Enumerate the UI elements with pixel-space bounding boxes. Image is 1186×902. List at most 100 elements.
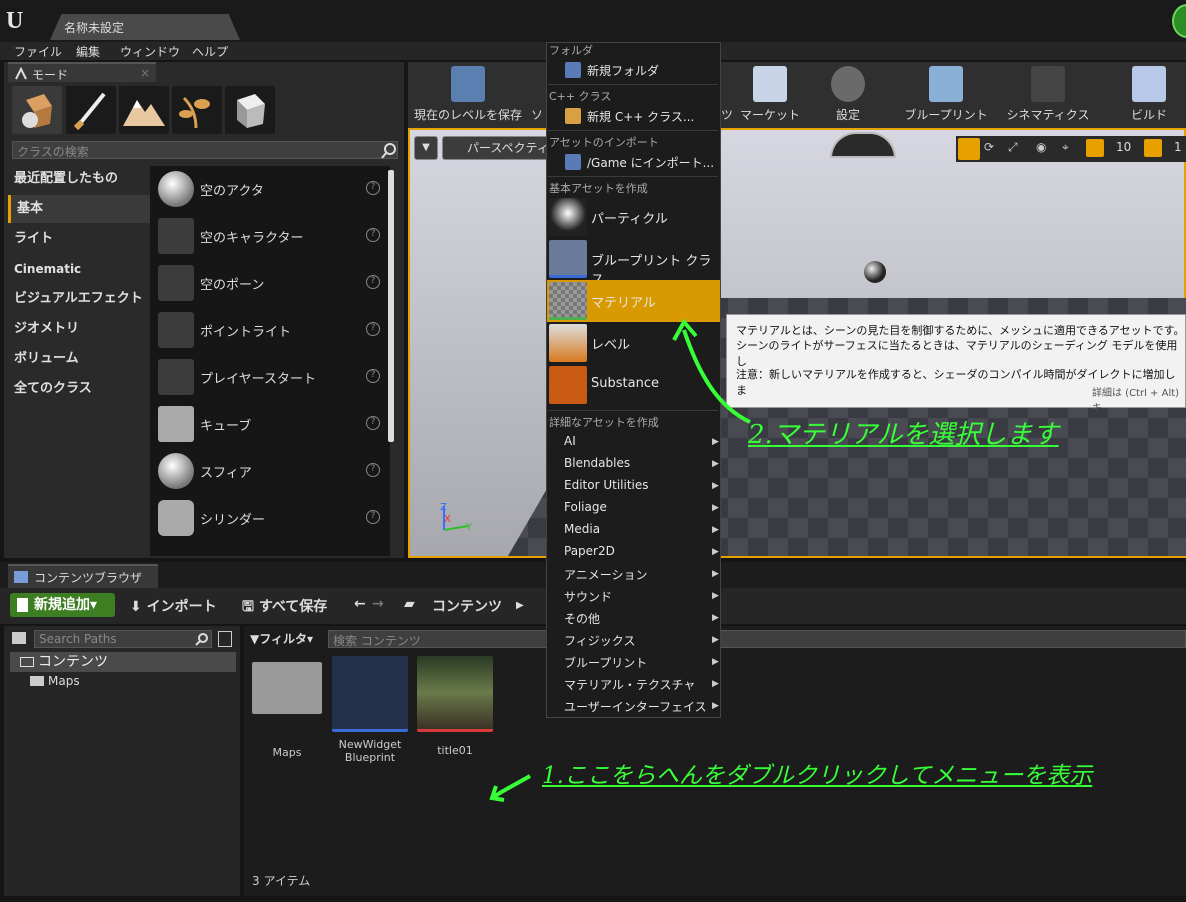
scale-icon[interactable]: ⤢ — [1008, 140, 1018, 155]
menu-particle[interactable]: パーティクル — [547, 196, 720, 238]
content-browser-tab[interactable]: コンテンツブラウザ — [8, 564, 158, 588]
help-icon[interactable]: ? — [366, 322, 380, 336]
menu-animation[interactable]: アニメーション — [564, 566, 648, 583]
save-all-button[interactable]: 🖫 すべて保存 — [242, 596, 327, 620]
place-mode-button[interactable] — [12, 86, 62, 134]
view-options-icon[interactable] — [218, 631, 232, 647]
search-paths-placeholder: Search Paths — [39, 632, 117, 646]
menu-blueprint-class[interactable]: ブループリント クラス — [547, 238, 720, 288]
menu-media[interactable]: Media — [564, 522, 600, 536]
grid-snap-value[interactable]: 10 — [1116, 140, 1131, 154]
perspective-button[interactable]: パースペクティ — [442, 136, 552, 160]
world-icon[interactable]: ◉ — [1036, 140, 1046, 154]
source-button[interactable]: ソ — [528, 66, 546, 126]
add-new-button[interactable]: 新規追加▾ — [10, 593, 115, 617]
menu-blueprints[interactable]: ブループリント — [564, 654, 647, 671]
menu-sound[interactable]: サウンド — [564, 588, 612, 605]
category-visual-effects[interactable]: ビジュアルエフェクト — [8, 285, 150, 313]
content-button[interactable]: ツ — [720, 66, 734, 126]
blueprints-button[interactable]: ブループリント — [904, 66, 988, 126]
settings-button[interactable]: 設定 — [826, 66, 870, 126]
submenu-arrow-icon: ▶ — [712, 701, 719, 711]
filter-button[interactable]: ▼フィルタ▾ — [250, 630, 313, 647]
close-icon[interactable]: × — [140, 66, 150, 80]
tree-root-content[interactable]: コンテンツ — [10, 652, 236, 672]
menu-materials-textures[interactable]: マテリアル・テクスチャ — [564, 676, 695, 693]
asset-maps-folder[interactable]: Maps — [248, 656, 326, 759]
path-chevron-icon[interactable]: ▶ — [516, 600, 524, 611]
geometry-mode-button[interactable] — [225, 86, 275, 134]
rotation-snap-value[interactable]: 1 — [1174, 140, 1182, 154]
menu-new-folder[interactable]: 新規フォルダ — [587, 62, 659, 79]
category-all-classes[interactable]: 全てのクラス — [8, 375, 150, 403]
rotate-icon[interactable]: ⟳ — [984, 140, 994, 154]
category-recent[interactable]: 最近配置したもの — [8, 165, 150, 193]
path-breadcrumb-root[interactable]: コンテンツ — [432, 596, 502, 616]
level-tab[interactable]: 名称未設定 — [50, 14, 240, 40]
menu-window[interactable]: ウィンドウ — [120, 43, 180, 60]
landscape-mode-button[interactable] — [119, 86, 169, 134]
save-level-button[interactable]: 現在のレベルを保存 — [414, 66, 522, 126]
class-item-sphere[interactable]: スフィア? — [150, 448, 390, 495]
import-button[interactable]: ⬇ インポート — [130, 596, 217, 616]
class-search-input[interactable]: クラスの検索 — [12, 141, 398, 159]
menu-blendables[interactable]: Blendables — [564, 456, 630, 470]
paint-mode-button[interactable] — [66, 86, 116, 134]
help-icon[interactable]: ? — [366, 510, 380, 524]
class-item-cylinder[interactable]: シリンダー? — [150, 495, 390, 542]
category-cinematic[interactable]: Cinematic — [8, 255, 150, 283]
class-list-scrollbar[interactable] — [388, 170, 394, 442]
grid-snap-icon[interactable] — [1086, 139, 1104, 157]
help-icon[interactable]: ? — [366, 369, 380, 383]
menu-user-interface[interactable]: ユーザーインターフェイス — [564, 698, 707, 715]
back-arrow-icon[interactable]: ← — [354, 596, 366, 612]
rotation-snap-icon[interactable] — [1144, 139, 1162, 157]
marketplace-button[interactable]: マーケット — [740, 66, 800, 126]
unreal-logo-icon[interactable]: U — [6, 6, 36, 36]
menu-physics[interactable]: フィジックス — [564, 632, 635, 649]
menu-misc[interactable]: その他 — [564, 610, 600, 627]
tree-item-maps[interactable]: Maps — [30, 674, 80, 688]
asset-search-input[interactable]: 検索 コンテンツ — [328, 630, 1186, 648]
sphere-reflection-actor[interactable] — [864, 261, 886, 283]
help-icon[interactable]: ? — [366, 228, 380, 242]
search-paths-input[interactable]: Search Paths — [34, 630, 212, 648]
help-icon[interactable]: ? — [366, 463, 380, 477]
menu-editor-utilities[interactable]: Editor Utilities — [564, 478, 649, 492]
class-item-empty-character[interactable]: 空のキャラクター? — [150, 213, 390, 260]
class-item-player-start[interactable]: プレイヤースタート? — [150, 354, 390, 401]
menu-new-cpp-class[interactable]: 新規 C++ クラス... — [587, 108, 694, 125]
class-item-empty-pawn[interactable]: 空のポーン? — [150, 260, 390, 307]
help-icon[interactable]: ? — [366, 181, 380, 195]
class-item-point-light[interactable]: ポイントライト? — [150, 307, 390, 354]
build-button[interactable]: ビルド — [1126, 66, 1172, 126]
menu-file[interactable]: ファイル — [14, 43, 62, 60]
class-item-cube[interactable]: キューブ? — [150, 401, 390, 448]
menu-foliage[interactable]: Foliage — [564, 500, 607, 514]
surface-snap-icon[interactable]: ⌖ — [1062, 140, 1069, 155]
menu-help[interactable]: ヘルプ — [192, 43, 228, 60]
category-basic[interactable]: 基本 — [8, 195, 150, 223]
folder-toggle-icon[interactable] — [12, 632, 26, 644]
class-label: 空のキャラクター — [200, 231, 304, 246]
content-browser-tab-label: コンテンツブラウザ — [34, 571, 143, 585]
menu-material[interactable]: マテリアル — [547, 280, 720, 322]
category-lights[interactable]: ライト — [8, 225, 150, 253]
category-geometry[interactable]: ジオメトリ — [8, 315, 150, 343]
forward-arrow-icon[interactable]: → — [372, 596, 384, 612]
menu-paper2d[interactable]: Paper2D — [564, 544, 615, 558]
cinematics-button[interactable]: シネマティクス — [1006, 66, 1090, 126]
translate-icon[interactable] — [958, 138, 980, 160]
asset-title01[interactable]: title01 — [416, 656, 494, 757]
help-icon[interactable]: ? — [366, 416, 380, 430]
menu-import-to-game[interactable]: /Game にインポート... — [587, 154, 714, 171]
foliage-mode-button[interactable] — [172, 86, 222, 134]
help-icon[interactable]: ? — [366, 275, 380, 289]
class-item-empty-actor[interactable]: 空のアクタ? — [150, 166, 390, 213]
modes-tab[interactable]: モード × — [8, 62, 156, 82]
category-volumes[interactable]: ボリューム — [8, 345, 150, 373]
viewport-options-button[interactable]: ▼ — [414, 136, 438, 160]
menu-ai[interactable]: AI — [564, 434, 576, 448]
menu-edit[interactable]: 編集 — [76, 43, 100, 60]
asset-new-widget-blueprint[interactable]: NewWidget Blueprint — [331, 656, 409, 764]
